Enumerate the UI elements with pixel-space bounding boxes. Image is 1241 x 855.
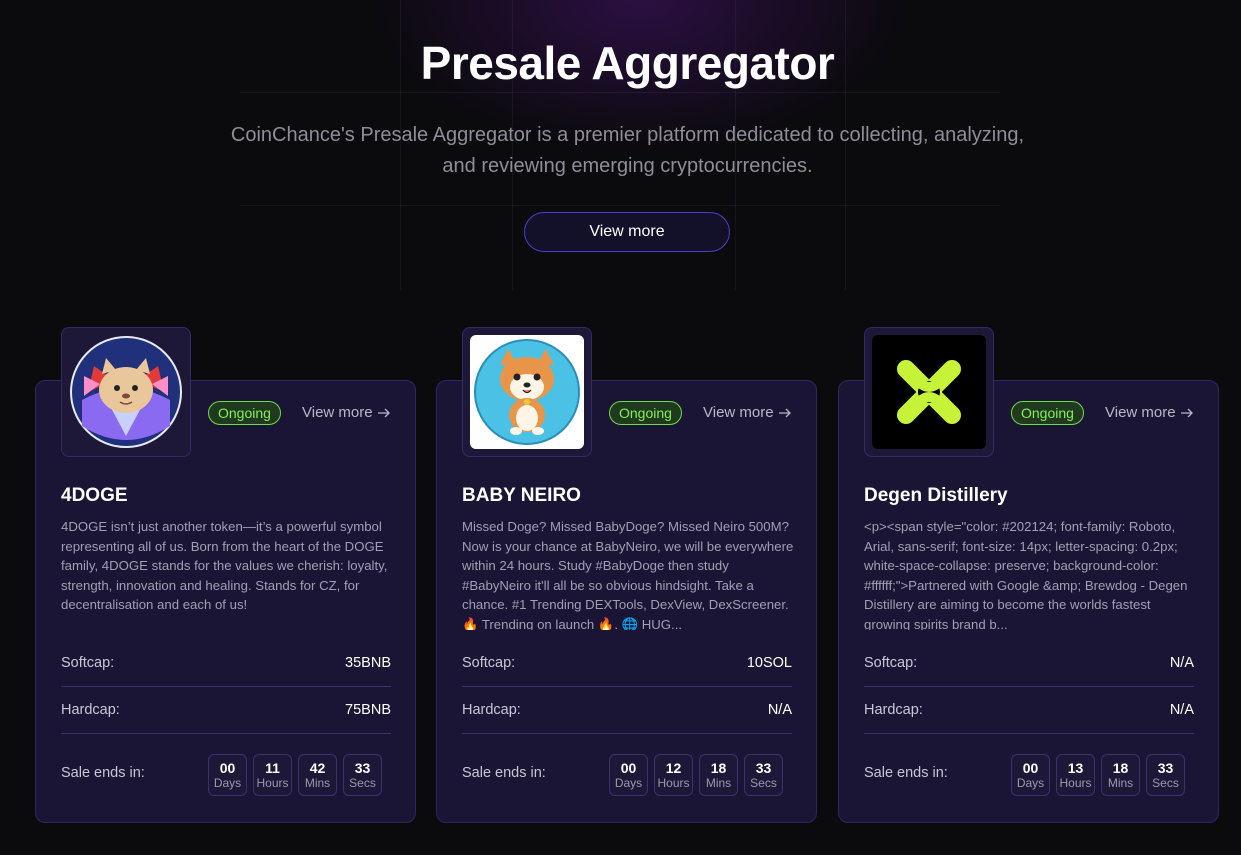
arrow-right-icon <box>377 408 390 417</box>
timer-mins-unit: Mins <box>705 775 732 790</box>
hardcap-label: Hardcap: <box>61 702 120 718</box>
softcap-label: Softcap: <box>864 655 918 671</box>
token-description: Missed Doge? Missed BabyDoge? Missed Nei… <box>462 519 794 630</box>
timer-hours-value: 12 <box>665 759 682 776</box>
timer-secs-unit: Secs <box>349 775 376 790</box>
shiba-dog-logo <box>470 335 584 449</box>
timer-secs-value: 33 <box>354 759 371 776</box>
timer-mins-value: 18 <box>1112 759 1129 776</box>
softcap-row: Softcap: 10SOL <box>462 655 792 671</box>
divider <box>462 686 792 687</box>
timer-hours-unit: Hours <box>657 775 690 790</box>
timer-hours: 11 Hours <box>253 754 292 796</box>
softcap-label: Softcap: <box>462 655 516 671</box>
timer-secs-unit: Secs <box>1152 775 1179 790</box>
timer-hours-unit: Hours <box>256 775 289 790</box>
arrow-right-icon <box>1180 408 1193 417</box>
countdown-timer: 00 Days 11 Hours 42 Mins 33 Secs <box>208 754 382 796</box>
status-badge: Ongoing <box>1011 401 1084 425</box>
timer-secs-unit: Secs <box>750 775 777 790</box>
divider <box>864 686 1194 687</box>
timer-secs: 33 Secs <box>744 754 783 796</box>
timer-mins-value: 42 <box>309 759 326 776</box>
token-logo <box>61 327 191 457</box>
hardcap-value: 75BNB <box>345 702 391 718</box>
card-view-more-link[interactable]: View more <box>302 404 391 421</box>
timer-hours-value: 11 <box>265 759 280 776</box>
timer-days-value: 00 <box>1022 759 1039 776</box>
grid-line <box>240 92 1000 93</box>
timer-secs: 33 Secs <box>343 754 382 796</box>
token-description: 4DOGE isn’t just another token—it’s a po… <box>61 519 388 613</box>
timer-hours-unit: Hours <box>1059 775 1092 790</box>
softcap-value: N/A <box>1169 655 1194 671</box>
hero-view-more-button[interactable]: View more <box>524 212 730 252</box>
softcap-row: Softcap: 35BNB <box>61 655 391 671</box>
hero-description: CoinChance's Presale Aggregator is a pre… <box>230 124 1025 177</box>
softcap-label: Softcap: <box>61 655 115 671</box>
countdown-timer: 00 Days 12 Hours 18 Mins 33 Secs <box>609 754 783 796</box>
timer-hours: 12 Hours <box>654 754 693 796</box>
timer-mins-value: 18 <box>710 759 727 776</box>
timer-days: 00 Days <box>1011 754 1050 796</box>
view-more-label: View more <box>302 404 373 421</box>
hardcap-label: Hardcap: <box>462 702 521 718</box>
token-logo <box>462 327 592 457</box>
arrow-right-icon <box>778 408 791 417</box>
timer-secs: 33 Secs <box>1146 754 1185 796</box>
page-title: Presale Aggregator <box>420 37 835 89</box>
timer-secs-value: 33 <box>1157 759 1174 776</box>
timer-mins-unit: Mins <box>304 775 331 790</box>
sale-ends-label: Sale ends in: <box>61 765 145 781</box>
view-more-label: View more <box>1105 404 1176 421</box>
card-view-more-link[interactable]: View more <box>703 404 792 421</box>
timer-mins: 18 Mins <box>699 754 738 796</box>
sale-ends-label: Sale ends in: <box>864 765 948 781</box>
softcap-value: 10SOL <box>746 655 792 671</box>
timer-days-unit: Days <box>614 775 643 790</box>
token-description: <p><span style="color: #202124; font-fam… <box>864 519 1188 630</box>
presale-card-4doge[interactable]: Ongoing View more 4DOGE 4DOGE isn’t just… <box>35 327 416 823</box>
hardcap-value: N/A <box>1169 702 1194 718</box>
hardcap-row: Hardcap: N/A <box>462 702 792 718</box>
token-name: BABY NEIRO <box>462 485 581 506</box>
divider <box>61 686 391 687</box>
timer-days-unit: Days <box>1016 775 1045 790</box>
timer-days-value: 00 <box>219 759 236 776</box>
token-name: Degen Distillery <box>864 485 1008 506</box>
status-badge: Ongoing <box>208 401 281 425</box>
softcap-row: Softcap: N/A <box>864 655 1194 671</box>
hardcap-label: Hardcap: <box>864 702 923 718</box>
presale-card-degen-distillery[interactable]: Ongoing View more Degen Distillery <p><s… <box>838 327 1219 823</box>
timer-secs-value: 33 <box>755 759 772 776</box>
timer-hours-value: 13 <box>1067 759 1084 776</box>
hardcap-row: Hardcap: N/A <box>864 702 1194 718</box>
timer-days: 00 Days <box>208 754 247 796</box>
doge-cat-logo <box>70 336 182 448</box>
presale-card-baby-neiro[interactable]: Ongoing View more BABY NEIRO Missed Doge… <box>436 327 817 823</box>
sale-ends-label: Sale ends in: <box>462 765 546 781</box>
timer-mins-unit: Mins <box>1107 775 1134 790</box>
divider <box>462 733 792 734</box>
countdown-timer: 00 Days 13 Hours 18 Mins 33 Secs <box>1011 754 1185 796</box>
timer-days-value: 00 <box>620 759 637 776</box>
x-logo <box>872 335 986 449</box>
divider <box>61 733 391 734</box>
status-badge: Ongoing <box>609 401 682 425</box>
hardcap-row: Hardcap: 75BNB <box>61 702 391 718</box>
hardcap-value: N/A <box>767 702 792 718</box>
timer-mins: 42 Mins <box>298 754 337 796</box>
timer-days-unit: Days <box>213 775 242 790</box>
divider <box>864 733 1194 734</box>
card-view-more-link[interactable]: View more <box>1105 404 1194 421</box>
token-name: 4DOGE <box>61 485 128 506</box>
view-more-label: View more <box>703 404 774 421</box>
token-logo <box>864 327 994 457</box>
timer-days: 00 Days <box>609 754 648 796</box>
timer-hours: 13 Hours <box>1056 754 1095 796</box>
softcap-value: 35BNB <box>345 655 391 671</box>
timer-mins: 18 Mins <box>1101 754 1140 796</box>
grid-line <box>240 205 1000 206</box>
